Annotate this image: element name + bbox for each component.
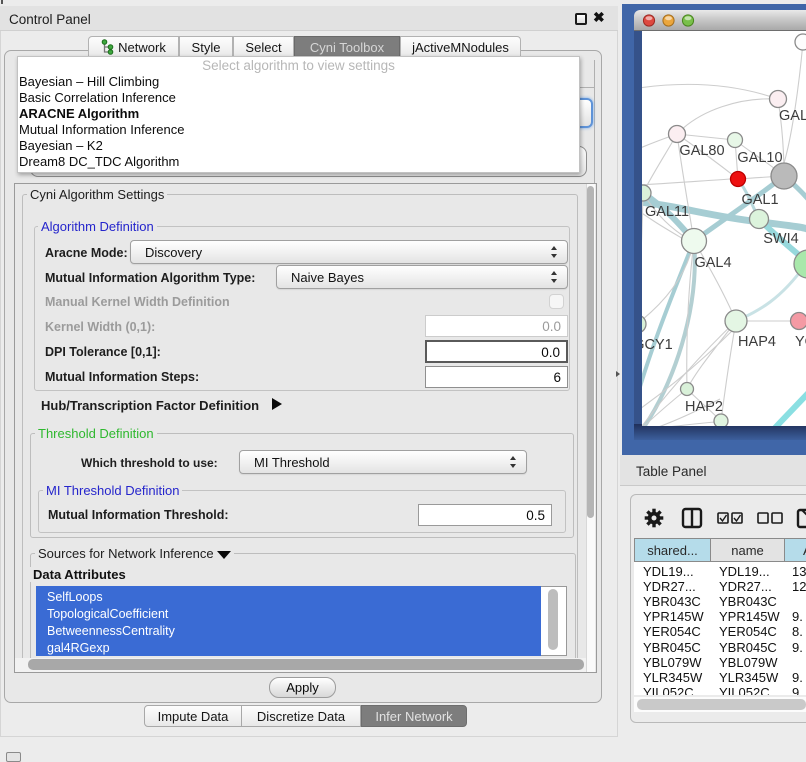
svg-text:GAL1: GAL1: [741, 192, 778, 208]
svg-text:HAP2: HAP2: [685, 399, 723, 415]
svg-text:GAL11: GAL11: [645, 204, 689, 220]
svg-text:GAL80: GAL80: [679, 143, 724, 159]
svg-text:GAL4: GAL4: [694, 255, 731, 271]
svg-text:YO: YO: [795, 334, 806, 350]
svg-text:GAL7: GAL7: [779, 108, 806, 124]
svg-text:GAL10: GAL10: [737, 150, 782, 166]
svg-text:GCY1: GCY1: [642, 337, 673, 353]
svg-text:SWI4: SWI4: [763, 231, 798, 247]
svg-text:HAP4: HAP4: [738, 334, 776, 350]
